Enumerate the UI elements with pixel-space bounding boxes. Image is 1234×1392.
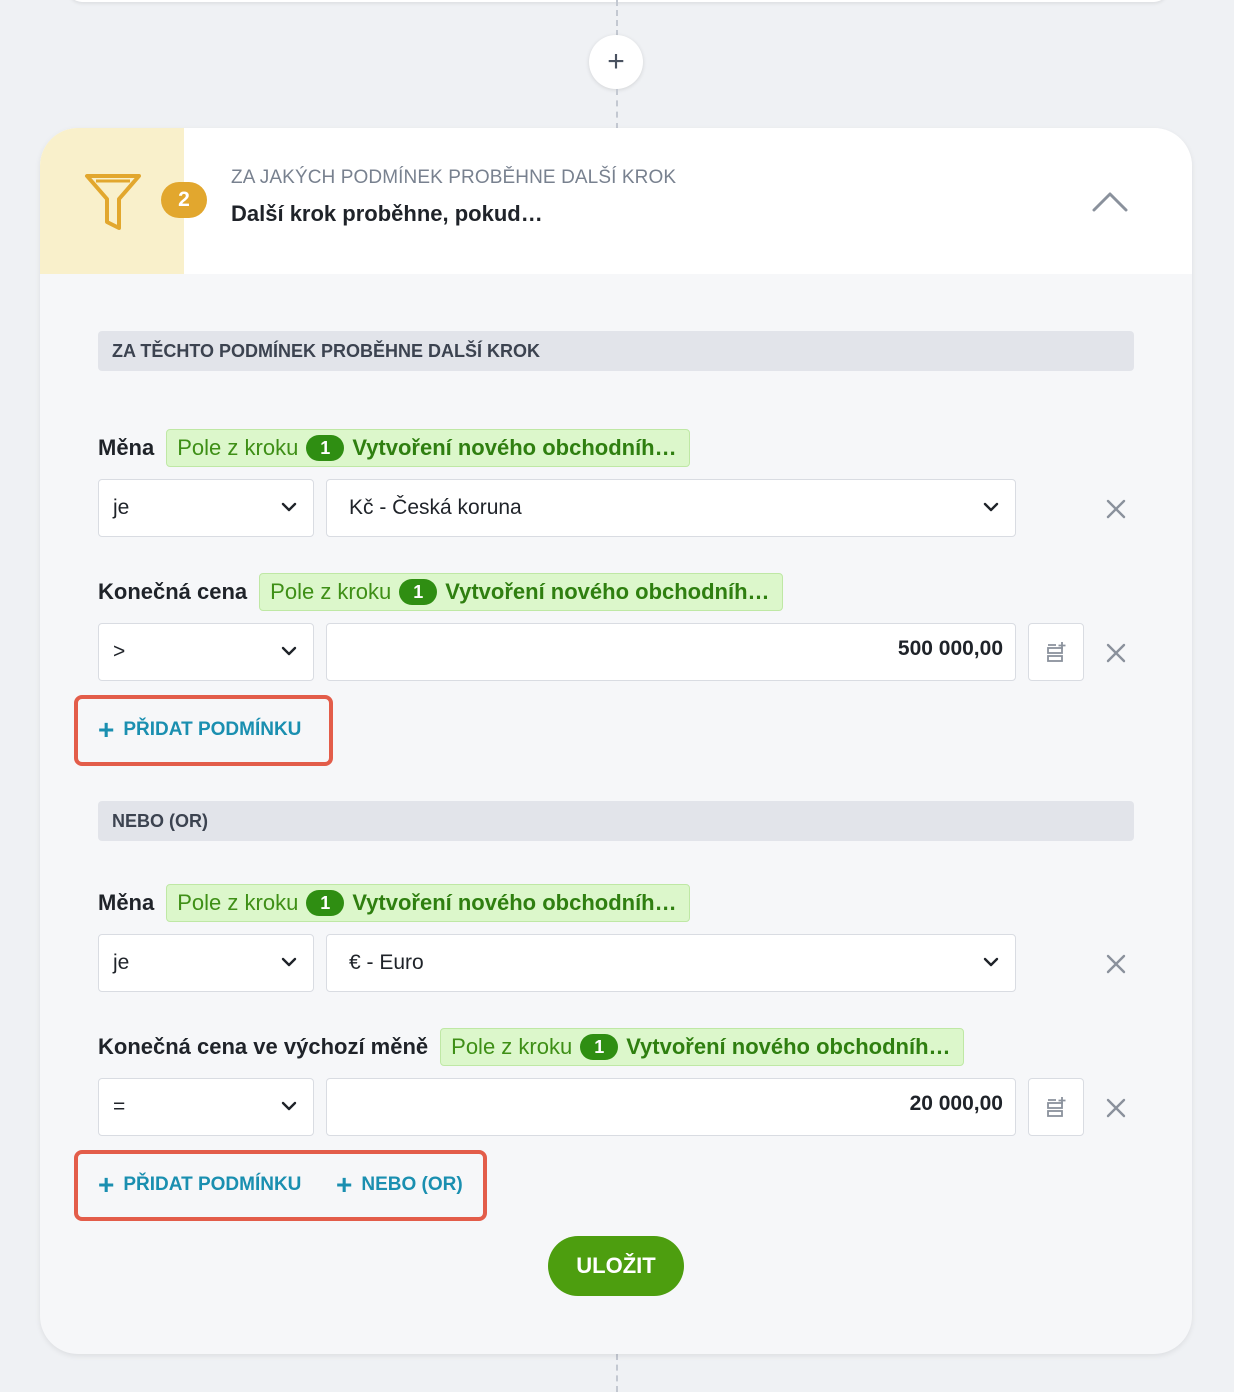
chevron-up-icon[interactable] bbox=[1088, 180, 1132, 220]
value-select[interactable]: Kč - Česká koruna bbox=[326, 479, 1016, 537]
operator-select[interactable]: je bbox=[98, 934, 314, 992]
filter-funnel-icon bbox=[85, 174, 141, 230]
close-icon[interactable] bbox=[1104, 641, 1128, 665]
chevron-down-icon bbox=[281, 502, 297, 512]
operator-value: > bbox=[113, 640, 126, 663]
tag-step-name: Vytvoření nového obchodníh… bbox=[626, 1034, 951, 1059]
connector-line bbox=[616, 1354, 618, 1392]
close-icon[interactable] bbox=[1104, 497, 1128, 521]
tag-prefix: Pole z kroku bbox=[270, 579, 392, 604]
plus-icon: + bbox=[607, 45, 625, 78]
field-source-tag[interactable]: Pole z kroku 1 Vytvoření nového obchodní… bbox=[259, 573, 783, 611]
step-header[interactable]: 2 ZA JAKÝCH PODMÍNEK PROBĚHNE DALŠÍ KROK… bbox=[40, 128, 1192, 274]
value-input[interactable]: 500 000,00 bbox=[326, 623, 1016, 681]
operator-value: je bbox=[113, 951, 130, 974]
plus-icon: + bbox=[98, 714, 115, 745]
close-icon[interactable] bbox=[1104, 952, 1128, 976]
add-or-label: NEBO (OR) bbox=[361, 1174, 463, 1195]
connector-line bbox=[616, 0, 618, 36]
condition-field-label: Měna Pole z kroku 1 Vytvoření nového obc… bbox=[98, 429, 690, 467]
insert-variable-button[interactable] bbox=[1028, 623, 1084, 681]
plus-icon: + bbox=[98, 1169, 115, 1200]
condition-group-header: NEBO (OR) bbox=[98, 801, 1134, 841]
insert-field-icon bbox=[1047, 1097, 1066, 1117]
add-condition-button[interactable]: + PŘIDAT PODMÍNKU bbox=[98, 712, 301, 748]
condition-field-label: Měna Pole z kroku 1 Vytvoření nového obc… bbox=[98, 884, 690, 922]
field-name: Měna bbox=[98, 435, 155, 460]
save-button[interactable]: ULOŽIT bbox=[548, 1236, 684, 1296]
chevron-down-icon bbox=[983, 957, 999, 967]
step-title: Další krok proběhne, pokud… bbox=[231, 201, 543, 226]
field-name: Konečná cena bbox=[98, 579, 248, 604]
selected-value: Kč - Česká koruna bbox=[349, 496, 522, 519]
tag-step-name: Vytvoření nového obchodníh… bbox=[352, 890, 677, 915]
step-subtitle: ZA JAKÝCH PODMÍNEK PROBĚHNE DALŠÍ KROK bbox=[231, 167, 677, 188]
insert-variable-button[interactable] bbox=[1028, 1078, 1084, 1136]
field-name: Konečná cena ve výchozí měně bbox=[98, 1034, 429, 1059]
field-source-tag[interactable]: Pole z kroku 1 Vytvoření nového obchodní… bbox=[166, 884, 690, 922]
add-step-button[interactable]: + bbox=[589, 35, 643, 89]
tag-step-name: Vytvoření nového obchodníh… bbox=[352, 435, 677, 460]
tag-step-number: 1 bbox=[580, 1034, 619, 1060]
tag-step-number: 1 bbox=[306, 890, 345, 916]
previous-step-card bbox=[68, 0, 1168, 2]
tag-step-number: 1 bbox=[306, 435, 345, 461]
field-source-tag[interactable]: Pole z kroku 1 Vytvoření nového obchodní… bbox=[166, 429, 690, 467]
plus-icon: + bbox=[336, 1169, 353, 1200]
operator-select[interactable]: je bbox=[98, 479, 314, 537]
insert-field-icon bbox=[1047, 642, 1066, 662]
add-condition-button[interactable]: + PŘIDAT PODMÍNKU bbox=[98, 1167, 301, 1203]
connector-line bbox=[616, 89, 618, 129]
add-condition-label: PŘIDAT PODMÍNKU bbox=[123, 1174, 302, 1195]
operator-value: je bbox=[113, 496, 130, 519]
field-name: Měna bbox=[98, 890, 155, 915]
chevron-down-icon bbox=[983, 502, 999, 512]
step-number-badge: 2 bbox=[161, 182, 207, 218]
add-condition-label: PŘIDAT PODMÍNKU bbox=[123, 719, 302, 740]
tag-step-name: Vytvoření nového obchodníh… bbox=[445, 579, 770, 604]
tag-step-number: 1 bbox=[399, 579, 438, 605]
tag-prefix: Pole z kroku bbox=[451, 1034, 573, 1059]
condition-field-label: Konečná cena ve výchozí měně Pole z krok… bbox=[98, 1028, 964, 1066]
tag-prefix: Pole z kroku bbox=[177, 435, 299, 460]
condition-field-label: Konečná cena Pole z kroku 1 Vytvoření no… bbox=[98, 573, 783, 611]
add-or-group-button[interactable]: + NEBO (OR) bbox=[336, 1167, 463, 1203]
selected-value: € - Euro bbox=[349, 951, 424, 974]
operator-value: = bbox=[113, 1095, 126, 1118]
chevron-down-icon bbox=[281, 646, 297, 656]
chevron-down-icon bbox=[281, 1101, 297, 1111]
tag-prefix: Pole z kroku bbox=[177, 890, 299, 915]
field-source-tag[interactable]: Pole z kroku 1 Vytvoření nového obchodní… bbox=[440, 1028, 964, 1066]
condition-group-header: ZA TĚCHTO PODMÍNEK PROBĚHNE DALŠÍ KROK bbox=[98, 331, 1134, 371]
value-input[interactable]: 20 000,00 bbox=[326, 1078, 1016, 1136]
operator-select[interactable]: = bbox=[98, 1078, 314, 1136]
value-select[interactable]: € - Euro bbox=[326, 934, 1016, 992]
close-icon[interactable] bbox=[1104, 1096, 1128, 1120]
chevron-down-icon bbox=[281, 957, 297, 967]
condition-step-card: 2 ZA JAKÝCH PODMÍNEK PROBĚHNE DALŠÍ KROK… bbox=[40, 128, 1192, 1354]
operator-select[interactable]: > bbox=[98, 623, 314, 681]
